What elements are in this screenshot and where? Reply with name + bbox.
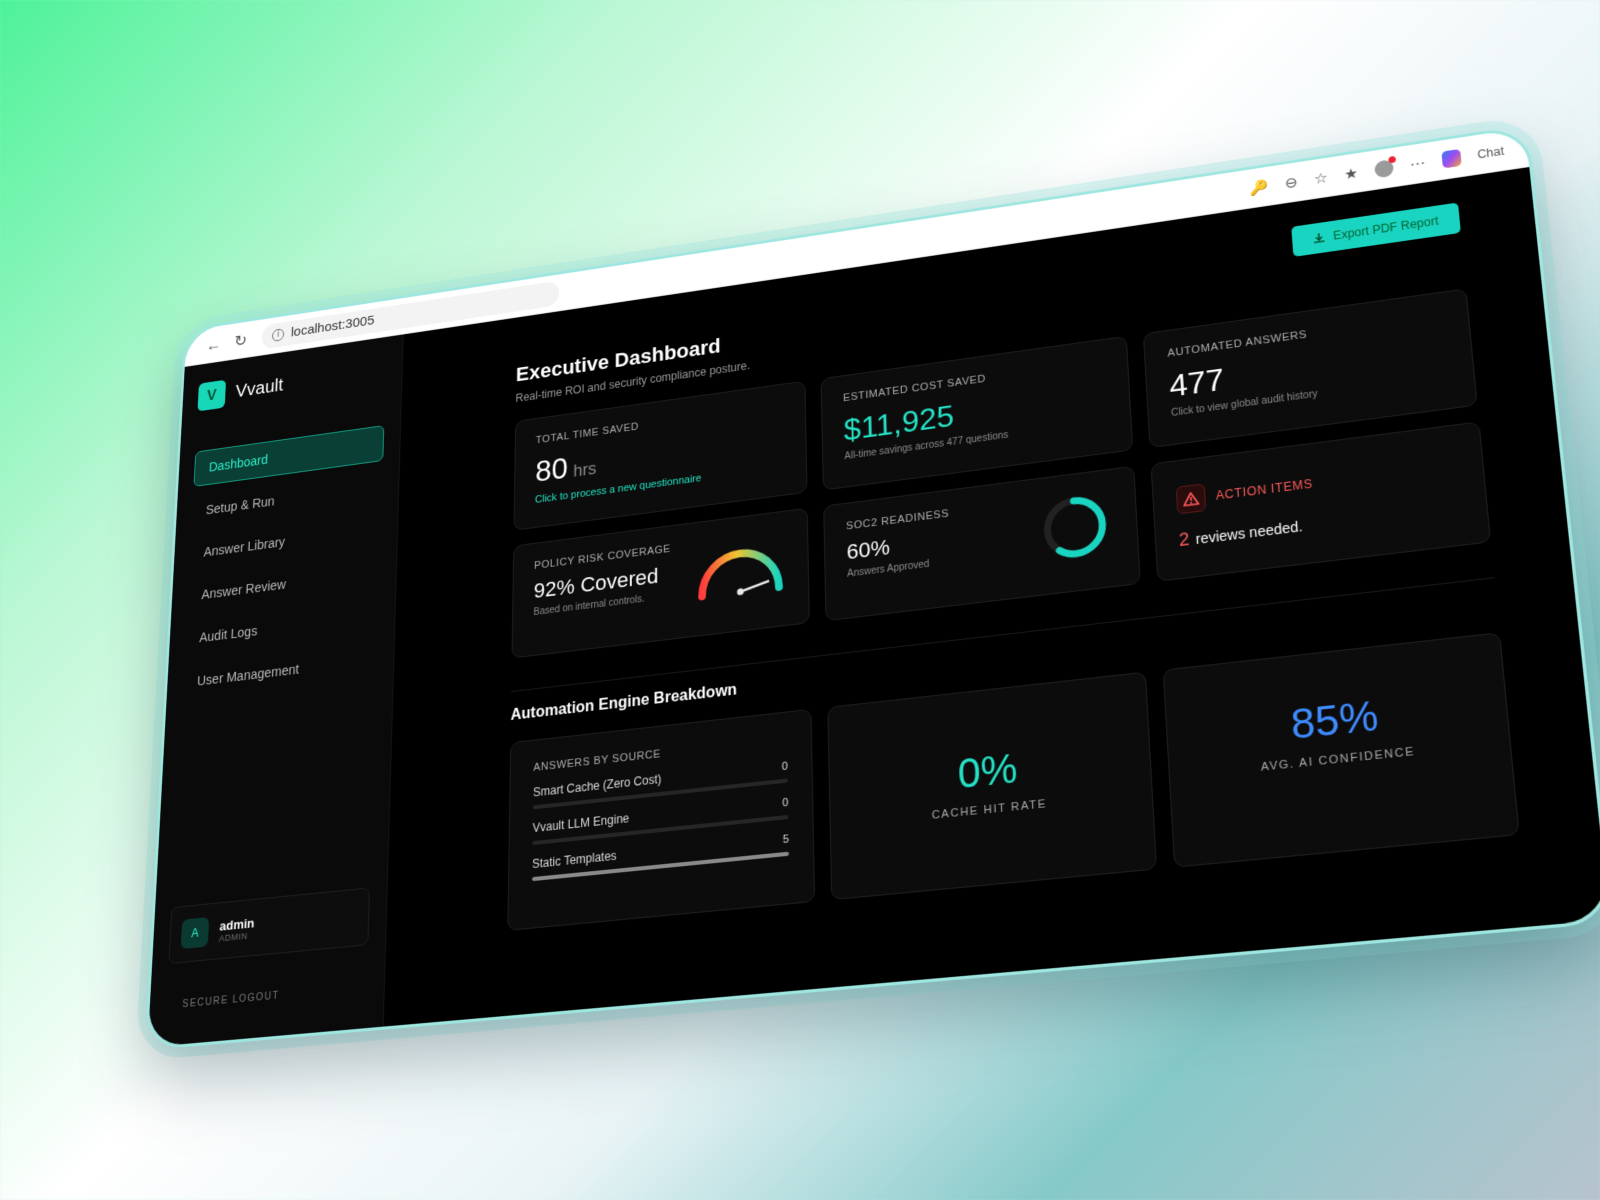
source-name: Static Templates [532, 849, 617, 872]
time-saved-card[interactable]: TOTAL TIME SAVED 80 hrs Click to process … [513, 381, 807, 531]
source-count: 0 [782, 797, 788, 810]
chat-label[interactable]: Chat [1477, 144, 1505, 161]
soc2-progress-ring [1039, 490, 1111, 565]
action-items-label: ACTION ITEMS [1215, 477, 1313, 503]
sidebar: V Vvault Dashboard Setup & Run Answer Li… [148, 334, 404, 1047]
coverage-gauge [694, 536, 787, 605]
sidebar-nav: Dashboard Setup & Run Answer Library Ans… [182, 425, 384, 700]
background-stage: ← ↻ i localhost:3005 🔑 ⊖ ☆ ★ ⋯ Chat V Vv… [0, 0, 1600, 1200]
more-icon[interactable]: ⋯ [1409, 154, 1426, 173]
reload-icon[interactable]: ↻ [231, 329, 251, 351]
warning-icon [1176, 483, 1207, 514]
laptop-screen: ← ↻ i localhost:3005 🔑 ⊖ ☆ ★ ⋯ Chat V Vv… [145, 124, 1600, 1050]
cost-saved-card: ESTIMATED COST SAVED $11,925 All-time sa… [821, 336, 1134, 491]
zoom-out-icon[interactable]: ⊖ [1284, 173, 1298, 192]
app-shell: V Vvault Dashboard Setup & Run Answer Li… [148, 167, 1600, 1047]
reviews-count: 2 [1178, 529, 1190, 550]
star-icon[interactable]: ☆ [1313, 169, 1328, 188]
profile-icon[interactable] [1374, 159, 1394, 179]
site-info-icon[interactable]: i [272, 328, 284, 342]
avatar: A [181, 917, 210, 949]
cache-hit-card: 0% CACHE HIT RATE [827, 672, 1157, 901]
url-text: localhost:3005 [291, 313, 375, 340]
source-name: Vvault LLM Engine [532, 811, 629, 835]
back-icon[interactable]: ← [204, 333, 224, 355]
logout-button[interactable]: SECURE LOGOUT [182, 990, 280, 1010]
user-card[interactable]: A admin ADMIN [168, 887, 370, 964]
action-items-card[interactable]: ACTION ITEMS 2 reviews needed. [1150, 421, 1491, 582]
copilot-icon[interactable] [1441, 148, 1461, 168]
brand-logo: V [197, 380, 226, 412]
reviews-text: reviews needed. [1195, 518, 1303, 547]
policy-coverage-card: POLICY RISK COVERAGE 92% Covered Based o… [512, 508, 810, 659]
brand-name: Vvault [235, 375, 284, 402]
source-count: 5 [783, 833, 789, 846]
time-saved-number: 80 [535, 451, 568, 488]
ai-confidence-card: 85% AVG. AI CONFIDENCE [1163, 632, 1520, 868]
soc2-card: SOC2 READINESS 60% Answers Approved [823, 466, 1141, 622]
key-icon[interactable]: 🔑 [1249, 177, 1269, 196]
answers-by-source-card: ANSWERS BY SOURCE Smart Cache (Zero Cost… [507, 709, 815, 931]
time-saved-unit: hrs [573, 459, 596, 480]
automated-answers-card[interactable]: AUTOMATED ANSWERS 477 Click to view glob… [1143, 288, 1478, 448]
favorites-icon[interactable]: ★ [1343, 164, 1358, 183]
gauge-needle [740, 581, 768, 592]
source-count: 0 [782, 760, 788, 773]
brand[interactable]: V Vvault [197, 356, 386, 411]
download-icon [1312, 232, 1325, 245]
